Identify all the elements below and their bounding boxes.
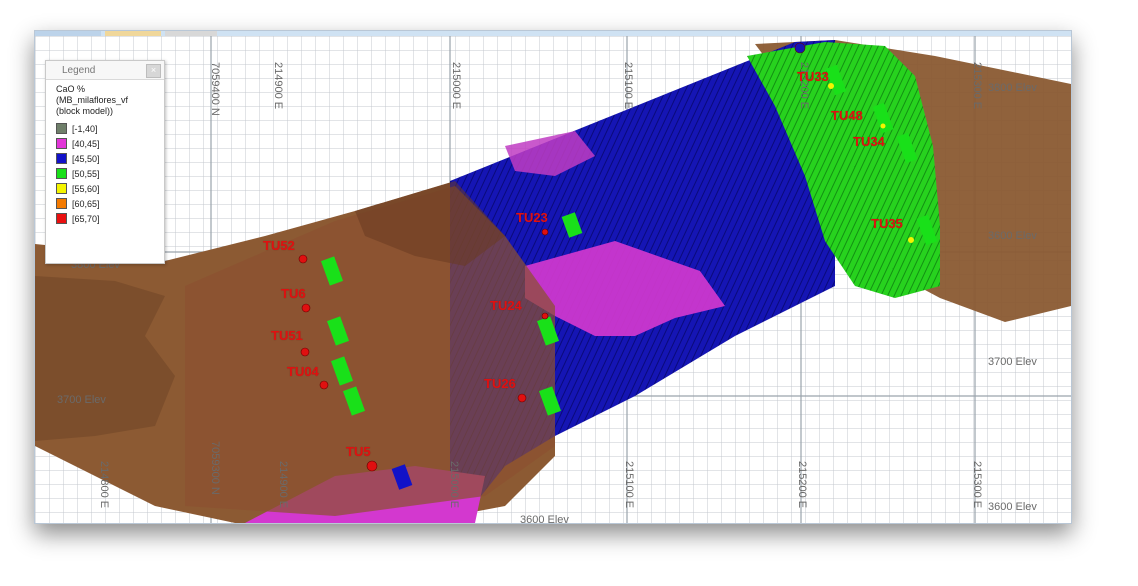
legend-header[interactable]: Legend ×	[46, 61, 164, 80]
terrain-ridge-shadow	[35, 276, 175, 441]
legend-item: [-1,40]	[56, 121, 158, 136]
color-swatch	[56, 183, 67, 194]
legend-range: [55,60]	[72, 183, 100, 194]
legend-item: [65,70]	[56, 211, 158, 226]
legend-item: [50,55]	[56, 166, 158, 181]
3d-viewport[interactable]: 214900 E 215000 E 215100 E 215200 E 2153…	[35, 36, 1071, 523]
legend-attribute: CaO %	[56, 84, 86, 94]
color-swatch	[56, 138, 67, 149]
model-viewer-window: 214900 E 215000 E 215100 E 215200 E 2153…	[34, 30, 1072, 524]
legend-item: [45,50]	[56, 151, 158, 166]
color-swatch	[56, 153, 67, 164]
legend-range: [60,65]	[72, 198, 100, 209]
legend-range: [50,55]	[72, 168, 100, 179]
color-swatch	[56, 123, 67, 134]
legend-item: [55,60]	[56, 181, 158, 196]
color-swatch	[56, 168, 67, 179]
legend-range: [65,70]	[72, 213, 100, 224]
legend-item: [60,65]	[56, 196, 158, 211]
legend-item: [40,45]	[56, 136, 158, 151]
legend-title: Legend	[62, 65, 96, 76]
legend-model-suffix: (block model))	[56, 106, 114, 116]
color-swatch	[56, 198, 67, 209]
legend-model: (MB_milaflores_vf	[56, 95, 129, 105]
color-swatch	[56, 213, 67, 224]
close-icon[interactable]: ×	[146, 64, 161, 78]
legend-items: [-1,40] [40,45] [45,50] [50,55] [55,60] …	[56, 121, 158, 226]
block-model-scene[interactable]	[35, 36, 1071, 523]
legend-range: [40,45]	[72, 138, 100, 149]
legend-panel[interactable]: Legend × CaO % (MB_milaflores_vf (block …	[45, 60, 165, 264]
legend-range: [45,50]	[72, 153, 100, 164]
legend-range: [-1,40]	[72, 123, 98, 134]
legend-body: CaO % (MB_milaflores_vf (block model)) […	[46, 80, 164, 226]
